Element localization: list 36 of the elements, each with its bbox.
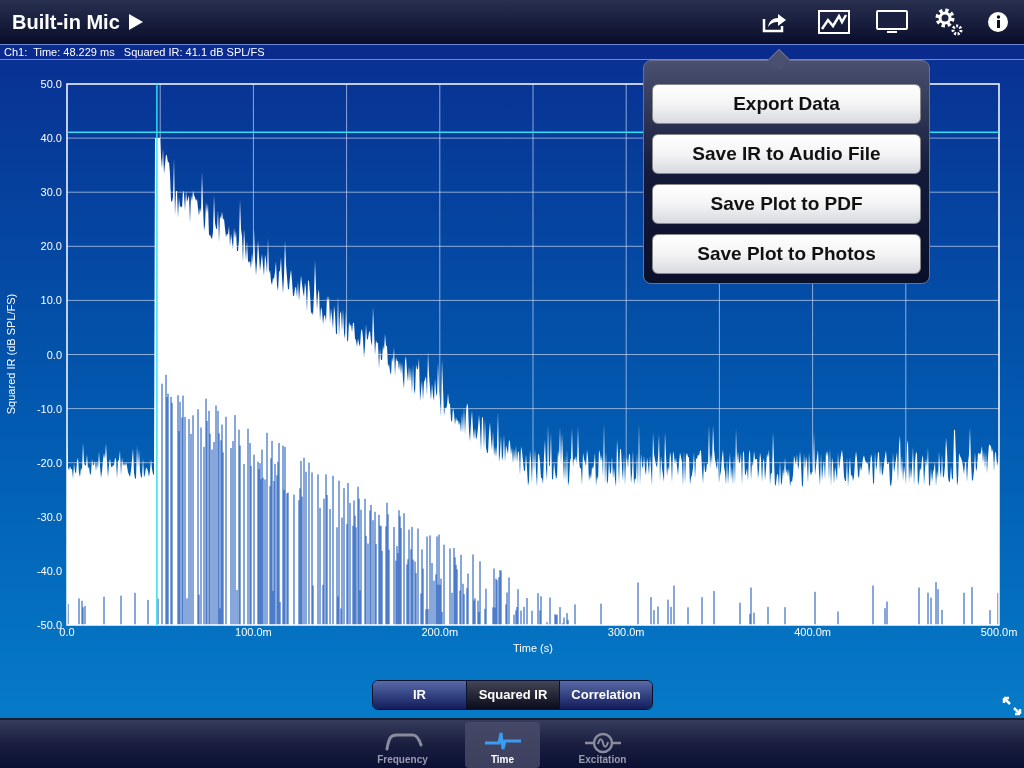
menu-button[interactable]: Save Plot to PDF [652,184,921,224]
menu-button[interactable]: Save IR to Audio File [652,134,921,174]
menu-button[interactable]: Export Data [652,84,921,124]
segment-tab[interactable]: IR [373,681,466,709]
tab-button[interactable]: Frequency [365,722,440,768]
x-tick-label: 400.0m [794,626,831,638]
window-title: Built-in Mic [12,10,120,35]
y-tick-label: 0.0 [46,348,62,361]
chart-icon[interactable] [818,10,850,34]
x-axis-title: Time (s) [513,642,553,654]
y-tick-label: 50.0 [40,78,62,90]
y-axis-title: Squared IR (dB SPL/FS) [5,293,17,415]
settings-icon[interactable] [934,7,964,37]
info-icon[interactable] [988,12,1008,32]
y-tick-label: -40.0 [36,564,62,577]
menu-button[interactable]: Save Plot to Photos [652,234,921,274]
fullscreen-icon[interactable] [1002,696,1022,716]
tab-button[interactable]: Time [465,722,540,768]
y-tick-label: 20.0 [40,240,62,253]
monitor-icon[interactable] [876,10,908,34]
y-tick-label: 10.0 [40,294,62,307]
x-tick-label: 300.0m [607,626,645,638]
segment-tab[interactable]: Correlation [559,681,652,709]
tab-button[interactable]: Excitation [565,722,640,768]
x-tick-label: 500.0m [980,626,1018,638]
cursor-readout: Ch1: Time: 48.229 ms Squared IR: 41.1 dB SPL/FS [4,46,265,58]
x-tick-label: 100.0m [235,626,272,638]
y-tick-label: -30.0 [36,510,62,523]
segment-tab[interactable]: Squared IR [466,681,559,709]
play-icon[interactable] [127,13,144,31]
y-tick-label: 40.0 [40,132,62,145]
y-tick-label: 30.0 [40,186,62,199]
x-tick-label: 200.0m [421,626,459,638]
y-tick-label: -10.0 [36,402,62,415]
y-tick-label: -20.0 [36,456,62,469]
share-icon[interactable] [762,11,788,33]
